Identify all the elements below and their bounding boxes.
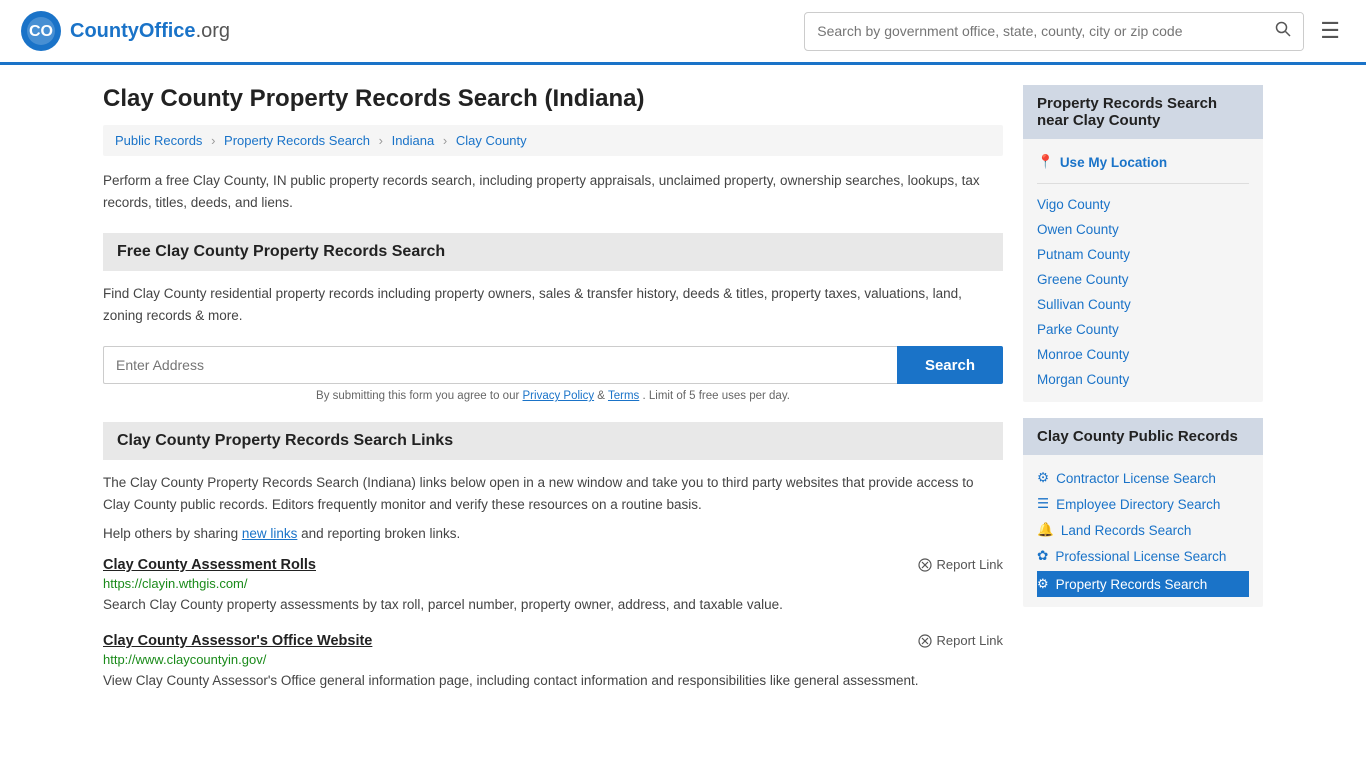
sidebar-nearby-morgan[interactable]: Morgan County — [1037, 367, 1249, 392]
header: CO CountyOffice.org ☰ — [0, 0, 1366, 65]
star-icon: ✿ — [1037, 548, 1048, 564]
sidebar-contractor-license[interactable]: ⚙ Contractor License Search — [1037, 465, 1249, 491]
link-item-0: Clay County Assessment Rolls Report Link… — [103, 557, 1003, 615]
terms-text: By submitting this form you agree to our… — [103, 390, 1003, 402]
nearby-counties-content: 📍 Use My Location Vigo County Owen Count… — [1023, 139, 1263, 402]
sidebar-nearby-greene[interactable]: Greene County — [1037, 267, 1249, 292]
nearby-counties-box: Property Records Search near Clay County… — [1023, 85, 1263, 402]
links-section: Clay County Property Records Search Link… — [103, 422, 1003, 691]
svg-text:CO: CO — [29, 23, 53, 40]
sidebar-land-records[interactable]: 🔔 Land Records Search — [1037, 517, 1249, 543]
sidebar-nearby-owen[interactable]: Owen County — [1037, 217, 1249, 242]
public-records-content: ⚙ Contractor License Search ☰ Employee D… — [1023, 455, 1263, 607]
link-title-0[interactable]: Clay County Assessment Rolls — [103, 557, 316, 573]
sidebar-nearby-parke[interactable]: Parke County — [1037, 317, 1249, 342]
report-link-button-0[interactable]: Report Link — [918, 557, 1003, 572]
sidebar-nearby-monroe[interactable]: Monroe County — [1037, 342, 1249, 367]
global-search-input[interactable] — [805, 15, 1263, 47]
bell-icon: 🔔 — [1037, 522, 1054, 538]
link-desc-1: View Clay County Assessor's Office gener… — [103, 671, 1003, 691]
report-link-button-1[interactable]: Report Link — [918, 633, 1003, 648]
global-search-button[interactable] — [1263, 13, 1303, 50]
sidebar-nearby-putnam[interactable]: Putnam County — [1037, 242, 1249, 267]
breadcrumb-clay-county[interactable]: Clay County — [456, 133, 527, 148]
page-description: Perform a free Clay County, IN public pr… — [103, 170, 1003, 213]
nearby-counties-header: Property Records Search near Clay County — [1023, 85, 1263, 139]
menu-icon[interactable]: ☰ — [1314, 12, 1346, 50]
links-section-header: Clay County Property Records Search Link… — [103, 422, 1003, 460]
gear-icon: ⚙ — [1037, 470, 1049, 486]
privacy-policy-link[interactable]: Privacy Policy — [523, 390, 595, 402]
sidebar-employee-directory[interactable]: ☰ Employee Directory Search — [1037, 491, 1249, 517]
address-input[interactable] — [103, 346, 897, 384]
public-records-box: Clay County Public Records ⚙ Contractor … — [1023, 418, 1263, 607]
sidebar-nearby-sullivan[interactable]: Sullivan County — [1037, 292, 1249, 317]
global-search-bar — [804, 12, 1304, 51]
links-description: The Clay County Property Records Search … — [103, 472, 1003, 515]
link-item-1: Clay County Assessor's Office Website Re… — [103, 633, 1003, 691]
breadcrumb-indiana[interactable]: Indiana — [392, 133, 435, 148]
logo-icon: CO — [20, 10, 62, 52]
gear-icon-active: ⚙ — [1037, 576, 1049, 592]
address-search-button[interactable]: Search — [897, 346, 1003, 384]
list-icon: ☰ — [1037, 496, 1049, 512]
main-container: Clay County Property Records Search (Ind… — [83, 65, 1283, 729]
address-row: Search — [103, 346, 1003, 384]
content-area: Clay County Property Records Search (Ind… — [103, 85, 1003, 709]
sidebar-property-records-active[interactable]: ⚙ Property Records Search — [1037, 571, 1249, 597]
free-search-header: Free Clay County Property Records Search — [103, 233, 1003, 271]
sidebar-divider — [1037, 183, 1249, 184]
new-links-link[interactable]: new links — [242, 526, 298, 541]
logo-text: CountyOffice.org — [70, 20, 230, 43]
sidebar-professional-license[interactable]: ✿ Professional License Search — [1037, 543, 1249, 569]
free-search-desc: Find Clay County residential property re… — [103, 283, 1003, 326]
terms-link[interactable]: Terms — [608, 390, 639, 402]
logo: CO CountyOffice.org — [20, 10, 230, 52]
sidebar-nearby-vigo[interactable]: Vigo County — [1037, 192, 1249, 217]
public-records-header: Clay County Public Records — [1023, 418, 1263, 455]
link-title-1[interactable]: Clay County Assessor's Office Website — [103, 633, 372, 649]
link-desc-0: Search Clay County property assessments … — [103, 595, 1003, 615]
address-search-area: Search By submitting this form you agree… — [103, 346, 1003, 402]
breadcrumb: Public Records › Property Records Search… — [103, 125, 1003, 156]
use-location-button[interactable]: 📍 Use My Location — [1037, 149, 1249, 175]
breadcrumb-public-records[interactable]: Public Records — [115, 133, 202, 148]
location-pin-icon: 📍 — [1037, 154, 1054, 170]
sidebar: Property Records Search near Clay County… — [1023, 85, 1263, 709]
header-right: ☰ — [804, 12, 1346, 51]
page-title: Clay County Property Records Search (Ind… — [103, 85, 1003, 113]
link-url-1[interactable]: http://www.claycountyin.gov/ — [103, 652, 1003, 667]
share-text: Help others by sharing new links and rep… — [103, 526, 1003, 541]
link-url-0[interactable]: https://clayin.wthgis.com/ — [103, 576, 1003, 591]
breadcrumb-property-records-search[interactable]: Property Records Search — [224, 133, 370, 148]
